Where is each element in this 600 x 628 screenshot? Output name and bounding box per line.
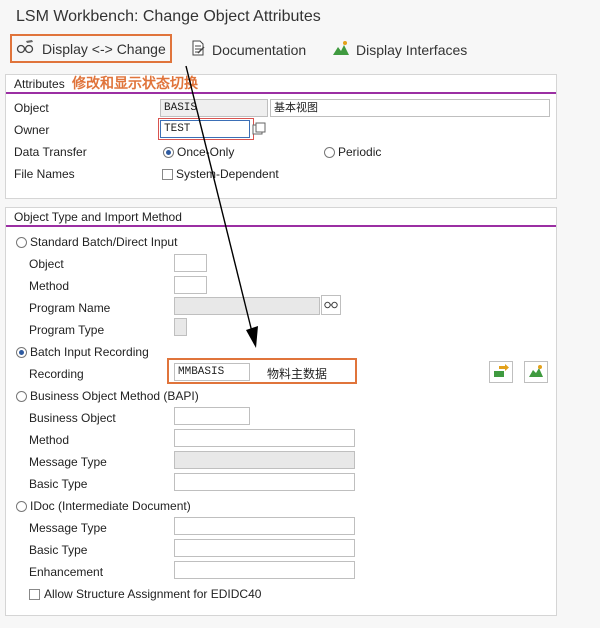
display-interfaces-button[interactable]: Display Interfaces xyxy=(332,40,467,59)
batch-input-label: Batch Input Recording xyxy=(30,345,149,359)
arrow-right-icon xyxy=(493,363,509,381)
enhancement-label: Enhancement xyxy=(29,565,104,579)
idoc-radio[interactable] xyxy=(16,501,27,512)
glasses-pencil-icon xyxy=(16,39,36,58)
import-method-group: Object Type and Import Method Standard B… xyxy=(5,207,557,616)
periodic-radio[interactable] xyxy=(324,147,335,158)
business-object-label: Business Object xyxy=(29,411,116,425)
import-method-title: Object Type and Import Method xyxy=(14,210,182,224)
bapi-method-label: Method xyxy=(29,433,70,447)
standard-batch-radio[interactable] xyxy=(16,237,27,248)
system-dependent-checkbox[interactable] xyxy=(162,169,173,180)
std-object-field[interactable] xyxy=(174,254,207,272)
import-method-rule xyxy=(6,225,556,227)
display-change-label: Display <-> Change xyxy=(42,40,166,57)
bapi-radio[interactable] xyxy=(16,391,27,402)
bapi-label: Business Object Method (BAPI) xyxy=(30,389,199,403)
mountain-icon xyxy=(528,364,544,381)
idoc-message-type-label: Message Type xyxy=(29,521,107,535)
idoc-label: IDoc (Intermediate Document) xyxy=(30,499,191,513)
mountain-icon xyxy=(332,40,350,59)
program-name-field xyxy=(174,297,320,315)
allow-structure-checkbox[interactable] xyxy=(29,589,40,600)
display-change-button[interactable]: Display <-> Change xyxy=(10,34,172,63)
idoc-basic-type-label: Basic Type xyxy=(29,543,88,557)
program-type-field xyxy=(174,318,187,336)
std-method-field[interactable] xyxy=(174,276,207,294)
document-icon xyxy=(190,40,206,59)
object-label: Object xyxy=(14,101,49,115)
documentation-button[interactable]: Documentation xyxy=(190,40,306,59)
idoc-message-type-field[interactable] xyxy=(174,517,355,535)
recording-description: 物料主数据 xyxy=(267,367,328,381)
display-program-button[interactable] xyxy=(321,295,341,315)
recording-label: Recording xyxy=(29,367,84,381)
program-name-label: Program Name xyxy=(29,301,111,315)
object-description: 基本视图 xyxy=(270,99,550,117)
batch-input-radio[interactable] xyxy=(16,347,27,358)
annotation-text: 修改和显示状态切换 xyxy=(72,76,198,92)
value-help-icon[interactable] xyxy=(252,122,266,136)
std-method-label: Method xyxy=(29,279,70,293)
periodic-label: Periodic xyxy=(338,145,382,159)
standard-batch-label: Standard Batch/Direct Input xyxy=(30,235,178,249)
window-title: LSM Workbench: Change Object Attributes xyxy=(16,8,321,25)
documentation-label: Documentation xyxy=(212,41,307,58)
owner-focus-frame xyxy=(158,118,254,140)
bapi-message-type-field xyxy=(174,451,355,469)
allow-structure-label: Allow Structure Assignment for EDIDC40 xyxy=(44,587,262,601)
idoc-basic-type-field[interactable] xyxy=(174,539,355,557)
enhancement-field[interactable] xyxy=(174,561,355,579)
bapi-basic-type-field[interactable] xyxy=(174,473,355,491)
file-names-label: File Names xyxy=(14,167,75,181)
bapi-method-field[interactable] xyxy=(174,429,355,447)
once-only-radio[interactable] xyxy=(163,147,174,158)
display-interfaces-label: Display Interfaces xyxy=(356,41,468,58)
recording-field[interactable]: MMBASIS xyxy=(174,363,250,381)
bapi-message-type-label: Message Type xyxy=(29,455,107,469)
glasses-icon xyxy=(324,298,338,312)
data-transfer-label: Data Transfer xyxy=(14,145,87,159)
system-dependent-label: System-Dependent xyxy=(176,167,279,181)
once-only-label: Once-Only xyxy=(177,145,235,159)
owner-label: Owner xyxy=(14,123,50,137)
bapi-basic-type-label: Basic Type xyxy=(29,477,88,491)
object-field[interactable]: BASIS xyxy=(160,99,268,117)
std-object-label: Object xyxy=(29,257,64,271)
program-type-label: Program Type xyxy=(29,323,105,337)
recording-goto-button[interactable] xyxy=(489,361,513,383)
recording-overview-button[interactable] xyxy=(524,361,548,383)
business-object-field[interactable] xyxy=(174,407,250,425)
attributes-title: Attributes xyxy=(14,77,65,91)
